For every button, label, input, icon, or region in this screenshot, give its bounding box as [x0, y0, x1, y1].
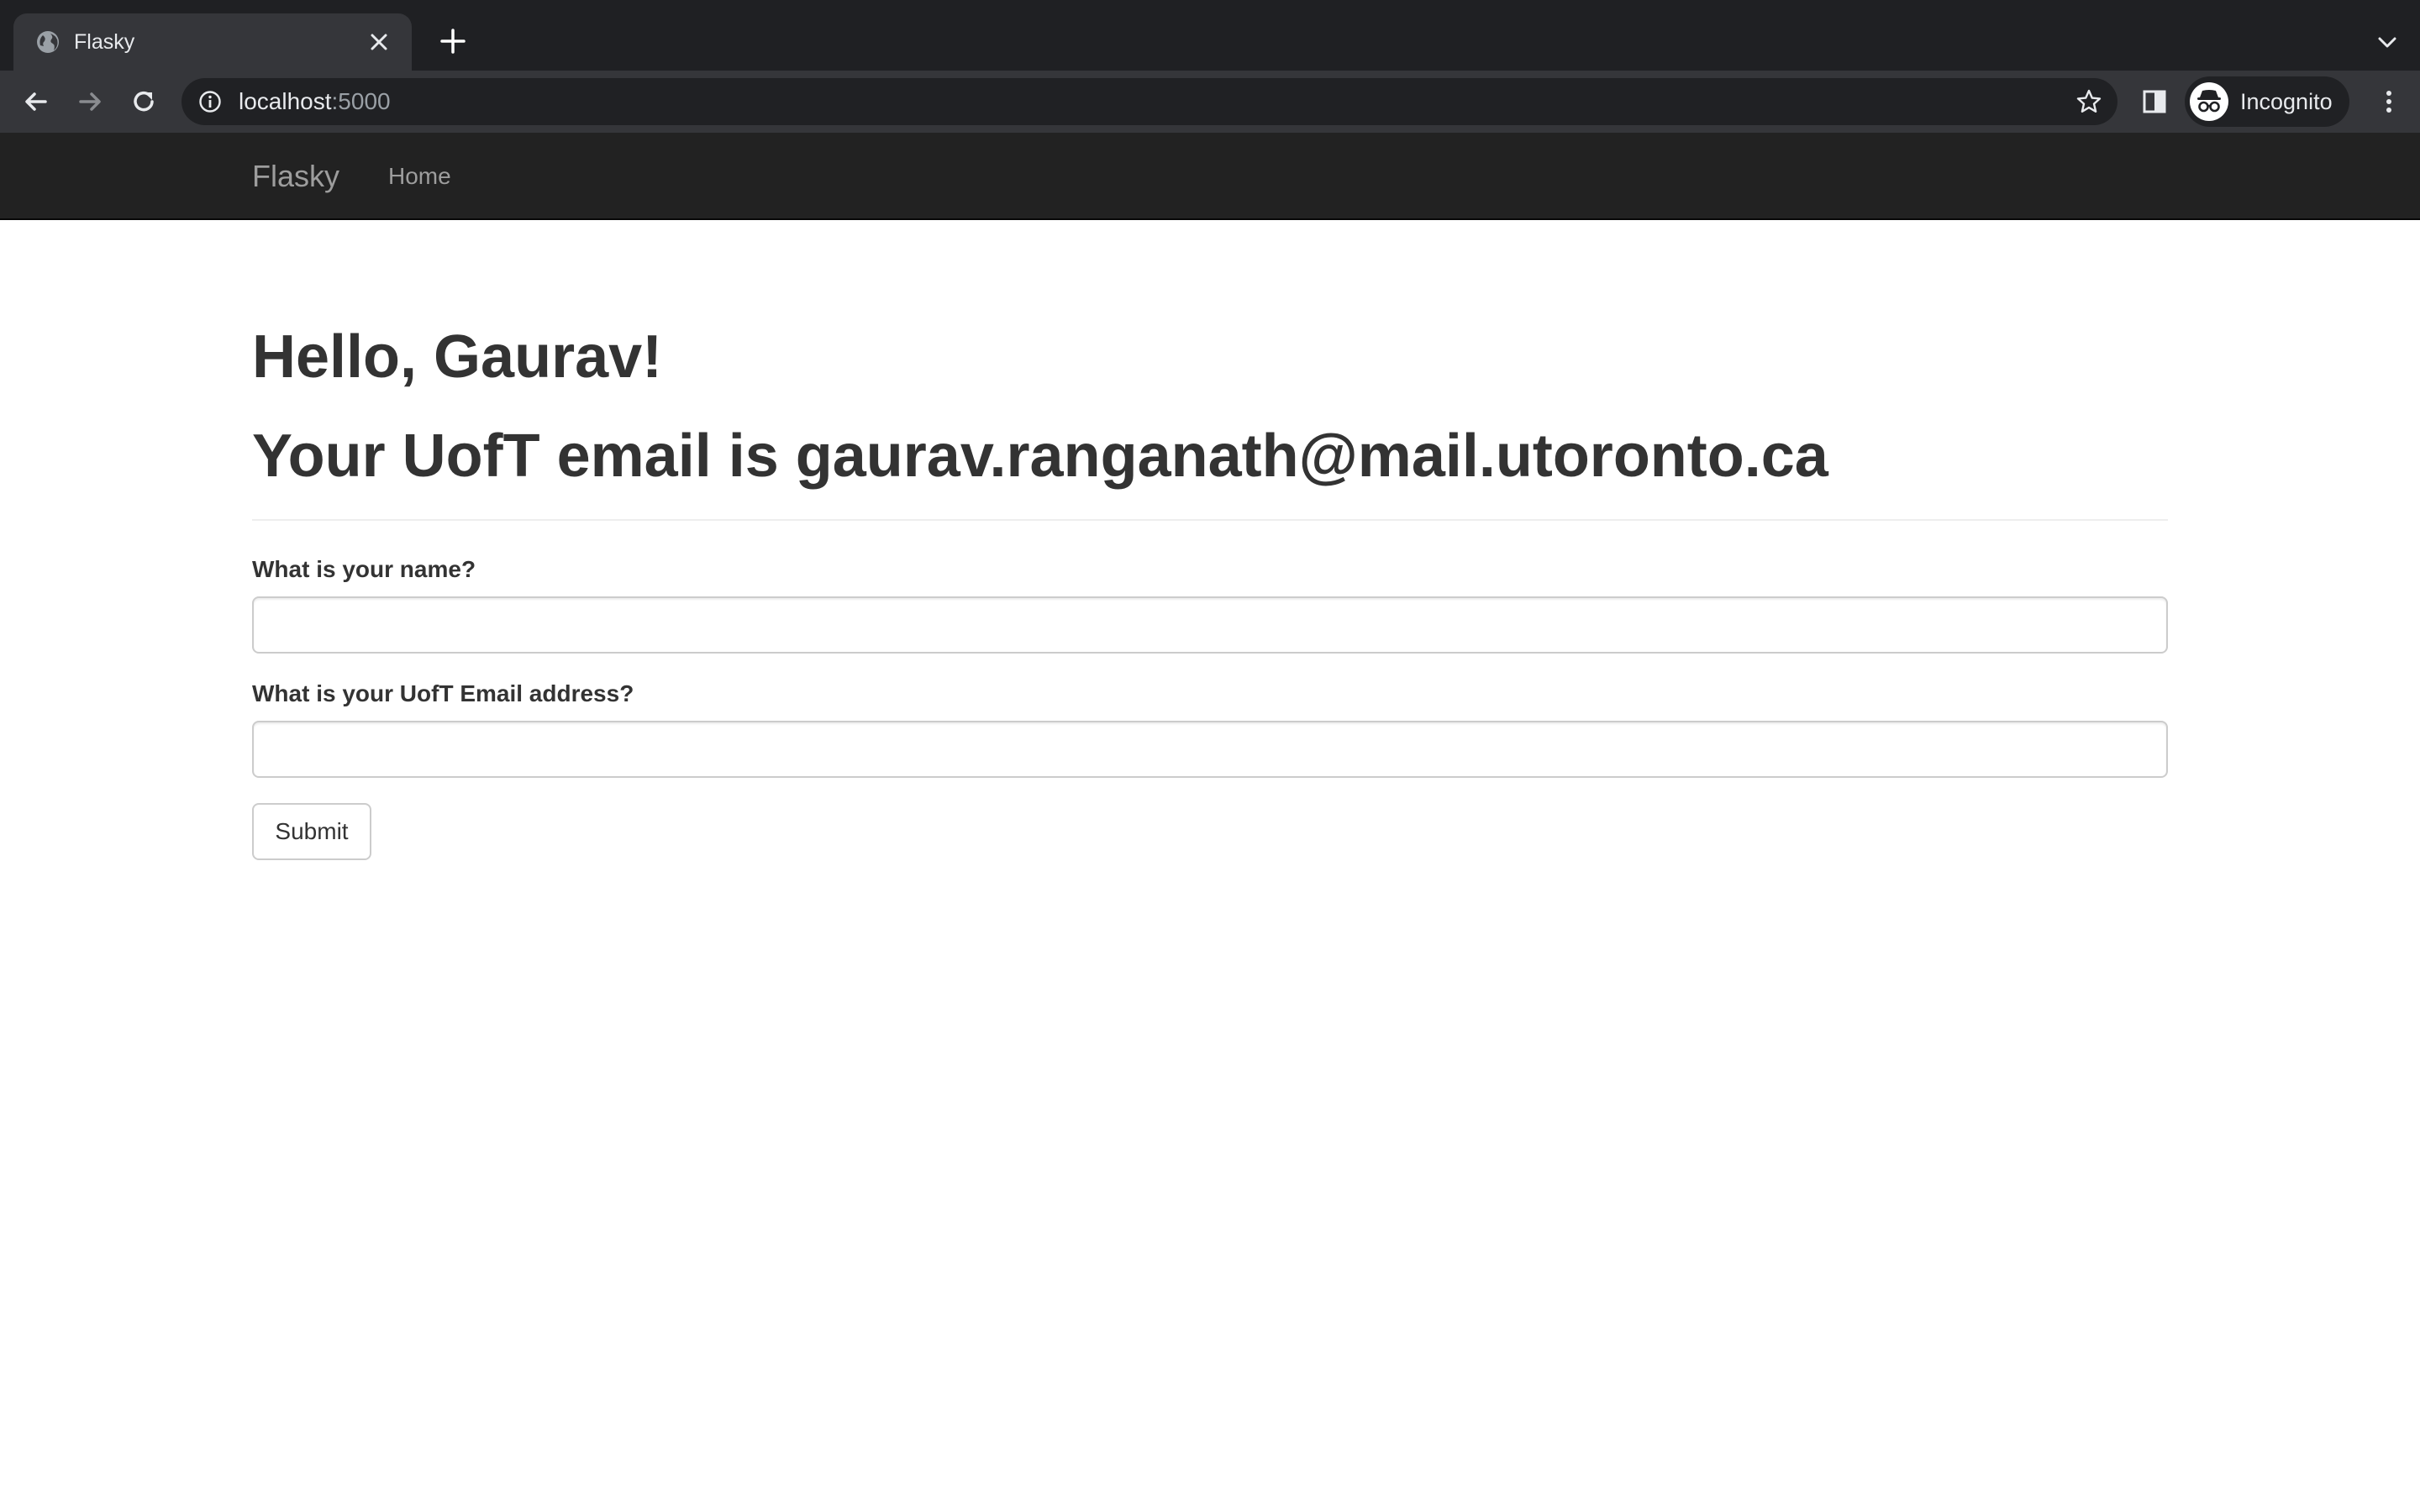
new-tab-icon[interactable]: [439, 27, 467, 55]
email-heading: Your UofT email is gaurav.ranganath@mail…: [252, 423, 1828, 490]
close-icon[interactable]: [368, 31, 390, 53]
incognito-icon: [2190, 82, 2228, 121]
url-port: :5000: [331, 88, 391, 114]
address-url[interactable]: localhost:5000: [239, 88, 391, 115]
incognito-profile-button[interactable]: Incognito: [2185, 76, 2349, 127]
submit-button[interactable]: Submit: [252, 803, 371, 860]
tab-title: Flasky: [74, 30, 135, 54]
browser-tab[interactable]: Flasky: [13, 13, 412, 71]
back-arrow-icon[interactable]: [22, 87, 50, 116]
navbar-brand[interactable]: Flasky: [252, 158, 339, 195]
header-divider: [252, 519, 2168, 521]
reload-icon[interactable]: [129, 87, 158, 116]
side-panel-icon[interactable]: [2141, 87, 2168, 116]
url-host: localhost: [239, 88, 332, 114]
name-input[interactable]: [252, 596, 2168, 654]
browser-toolbar: localhost:5000 Incognito: [0, 71, 2420, 133]
bookmark-star-icon[interactable]: [2075, 88, 2102, 115]
forward-arrow-icon[interactable]: [76, 87, 104, 116]
address-bar[interactable]: localhost:5000: [182, 78, 2118, 125]
incognito-label: Incognito: [2240, 89, 2333, 114]
site-navbar: Flasky Home: [0, 133, 2420, 220]
nav-link-home[interactable]: Home: [388, 163, 451, 190]
email-input[interactable]: [252, 721, 2168, 778]
browser-tabstrip: Flasky: [0, 0, 2420, 71]
chevron-down-icon[interactable]: [2376, 32, 2398, 54]
more-menu-icon[interactable]: [2375, 87, 2403, 116]
globe-icon: [35, 29, 60, 55]
greeting-heading: Hello, Gaurav!: [252, 323, 663, 391]
email-field-label: What is your UofT Email address?: [252, 680, 634, 706]
info-icon[interactable]: [198, 90, 222, 113]
name-field-label: What is your name?: [252, 556, 476, 582]
